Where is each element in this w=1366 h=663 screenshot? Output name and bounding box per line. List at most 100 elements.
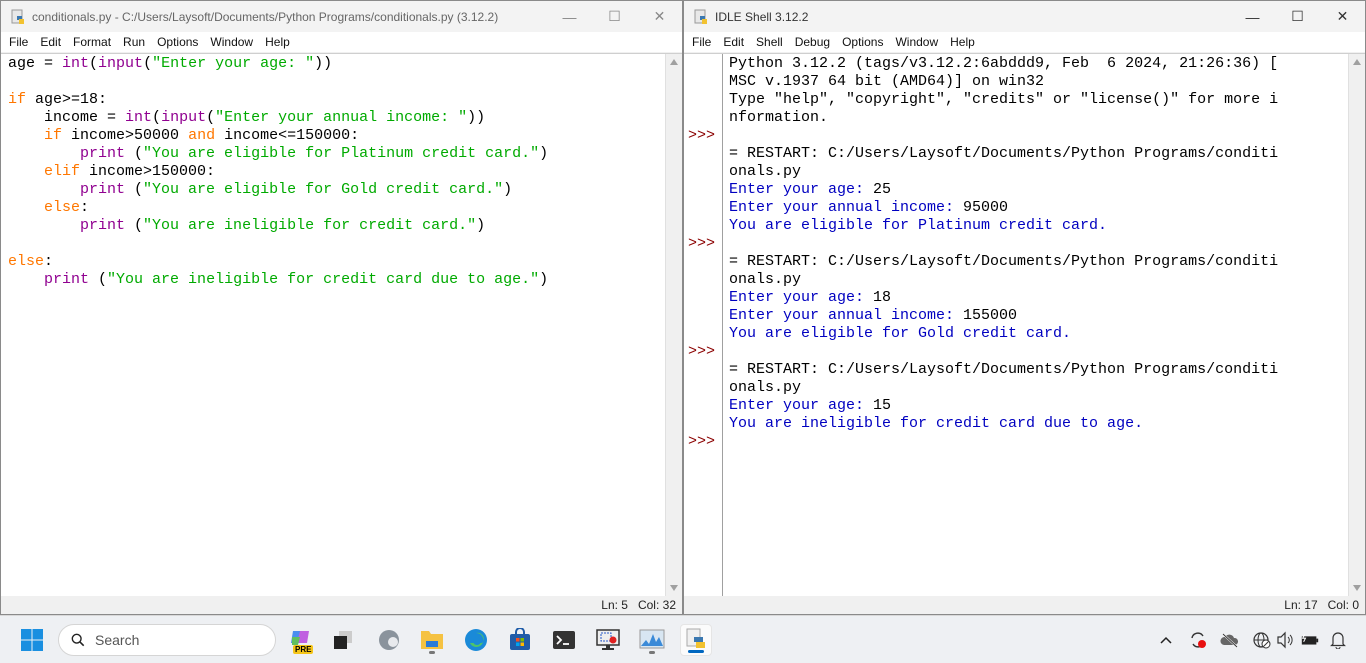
- sync-icon[interactable]: [1188, 630, 1208, 650]
- shell-statusbar: Ln: 17 Col: 0: [684, 596, 1365, 614]
- python-idle-icon[interactable]: [680, 624, 712, 656]
- close-button[interactable]: ✕: [1320, 1, 1365, 32]
- menu-edit[interactable]: Edit: [717, 32, 750, 52]
- active-indicator: [688, 650, 704, 653]
- code-token: income =: [8, 109, 126, 126]
- show-hidden-icons-button[interactable]: [1156, 630, 1176, 650]
- notifications-icon[interactable]: [1328, 630, 1348, 650]
- user-input-value: 25: [873, 181, 892, 198]
- shell-output[interactable]: Python 3.12.2 (tags/v3.12.2:6abddd9, Feb…: [729, 54, 1347, 596]
- menu-help[interactable]: Help: [944, 32, 981, 52]
- edge-beta-icon[interactable]: [373, 624, 405, 656]
- scroll-down-icon[interactable]: [1353, 585, 1361, 591]
- close-button[interactable]: ✕: [637, 1, 682, 32]
- running-indicator: [429, 651, 435, 654]
- shell-line: You are eligible for Gold credit card.: [729, 325, 1072, 342]
- user-input-value: 95000: [963, 199, 1009, 216]
- store-icon[interactable]: [504, 624, 536, 656]
- maximize-button[interactable]: ☐: [592, 1, 637, 32]
- edge-icon[interactable]: [460, 624, 492, 656]
- network-icon[interactable]: [1252, 630, 1272, 650]
- code-line: print ("You are eligible for Gold credit…: [8, 181, 664, 199]
- battery-icon[interactable]: [1300, 630, 1320, 650]
- menu-window[interactable]: Window: [889, 32, 944, 52]
- code-token: :: [80, 199, 90, 216]
- minimize-button[interactable]: —: [547, 1, 592, 32]
- code-token: ): [503, 181, 513, 198]
- menu-window[interactable]: Window: [204, 32, 259, 52]
- scroll-up-icon[interactable]: [670, 59, 678, 65]
- shell-line: = RESTART: C:/Users/Laysoft/Documents/Py…: [729, 145, 1279, 162]
- editor-menubar: File Edit Format Run Options Window Help: [1, 32, 682, 52]
- shell-title: IDLE Shell 3.12.2: [715, 9, 809, 24]
- shell-line: MSC v.1937 64 bit (AMD64)] on win32: [729, 73, 1045, 90]
- code-token: (: [152, 109, 162, 126]
- code-editor[interactable]: age = int(input("Enter your age: ")) if a…: [8, 54, 664, 596]
- shell-vertical-scrollbar[interactable]: [1348, 54, 1365, 596]
- shell-line: = RESTART: C:/Users/Laysoft/Documents/Py…: [729, 253, 1279, 270]
- menu-options[interactable]: Options: [836, 32, 889, 52]
- line-indicator: Ln: 17: [1284, 598, 1318, 612]
- shell-line: onals.py: [729, 379, 802, 396]
- scroll-up-icon[interactable]: [1353, 59, 1361, 65]
- menu-file[interactable]: File: [686, 32, 717, 52]
- string-token: "You are ineligible for credit card due …: [107, 271, 540, 288]
- taskbar-search[interactable]: Search: [58, 624, 276, 656]
- shell-prompt: >>>: [688, 127, 716, 144]
- line-indicator: Ln: 5: [601, 598, 628, 612]
- column-indicator: Col: 0: [1327, 598, 1359, 612]
- code-line: print ("You are ineligible for credit ca…: [8, 217, 664, 235]
- code-token: ): [539, 145, 549, 162]
- search-placeholder: Search: [95, 632, 140, 648]
- maximize-button[interactable]: ☐: [1275, 1, 1320, 32]
- search-icon: [71, 633, 85, 647]
- shell-line: Enter your age: 25: [729, 181, 1347, 199]
- shell-line: = RESTART: C:/Users/Laysoft/Documents/Py…: [729, 361, 1279, 378]
- menu-format[interactable]: Format: [67, 32, 117, 52]
- code-token: ): [539, 271, 549, 288]
- code-token: )): [467, 109, 486, 126]
- shell-prompt: >>>: [688, 235, 716, 252]
- shell-line: Enter your age: 15: [729, 397, 1347, 415]
- code-token: (: [125, 145, 144, 162]
- menu-debug[interactable]: Debug: [789, 32, 836, 52]
- builtin-token: int: [125, 109, 153, 126]
- menu-run[interactable]: Run: [117, 32, 151, 52]
- builtin-token: input: [98, 55, 144, 72]
- column-indicator: Col: 32: [637, 598, 676, 612]
- menu-file[interactable]: File: [3, 32, 34, 52]
- code-line: age = int(input("Enter your age: ")): [8, 55, 664, 73]
- menu-edit[interactable]: Edit: [34, 32, 67, 52]
- onedrive-icon[interactable]: [1220, 630, 1240, 650]
- shell-line: You are ineligible for credit card due t…: [729, 415, 1144, 432]
- performance-monitor-icon[interactable]: [636, 624, 668, 656]
- menu-shell[interactable]: Shell: [750, 32, 789, 52]
- file-explorer-icon[interactable]: [416, 624, 448, 656]
- editor-vertical-scrollbar[interactable]: [665, 54, 682, 596]
- shell-titlebar[interactable]: IDLE Shell 3.12.2 — ☐ ✕: [684, 1, 1365, 32]
- keyword-token: if: [44, 127, 63, 144]
- task-view-icon[interactable]: [327, 624, 359, 656]
- shell-menubar: File Edit Shell Debug Options Window Hel…: [684, 32, 1365, 52]
- shell-text-area[interactable]: >>> >>> >>> >>> Python 3.12.2 (tags/v3.12.2…: [684, 53, 1365, 597]
- editor-statusbar: Ln: 5 Col: 32: [1, 596, 682, 614]
- terminal-icon[interactable]: [548, 624, 580, 656]
- editor-text-area[interactable]: age = int(input("Enter your age: ")) if a…: [1, 53, 682, 597]
- menu-help[interactable]: Help: [259, 32, 296, 52]
- minimize-button[interactable]: —: [1230, 1, 1275, 32]
- editor-titlebar[interactable]: conditionals.py - C:/Users/Laysoft/Docum…: [1, 1, 682, 32]
- volume-icon[interactable]: [1276, 630, 1296, 650]
- builtin-token: print: [80, 145, 126, 162]
- screen-recorder-icon[interactable]: [592, 624, 624, 656]
- menu-options[interactable]: Options: [151, 32, 204, 52]
- copilot-icon[interactable]: PRE: [285, 624, 317, 656]
- scroll-down-icon[interactable]: [670, 585, 678, 591]
- code-line: if age>=18:: [8, 91, 664, 109]
- code-token: age>=18:: [26, 91, 108, 108]
- string-token: "Enter your annual income: ": [215, 109, 468, 126]
- keyword-token: if: [8, 91, 27, 108]
- start-button[interactable]: [16, 624, 48, 656]
